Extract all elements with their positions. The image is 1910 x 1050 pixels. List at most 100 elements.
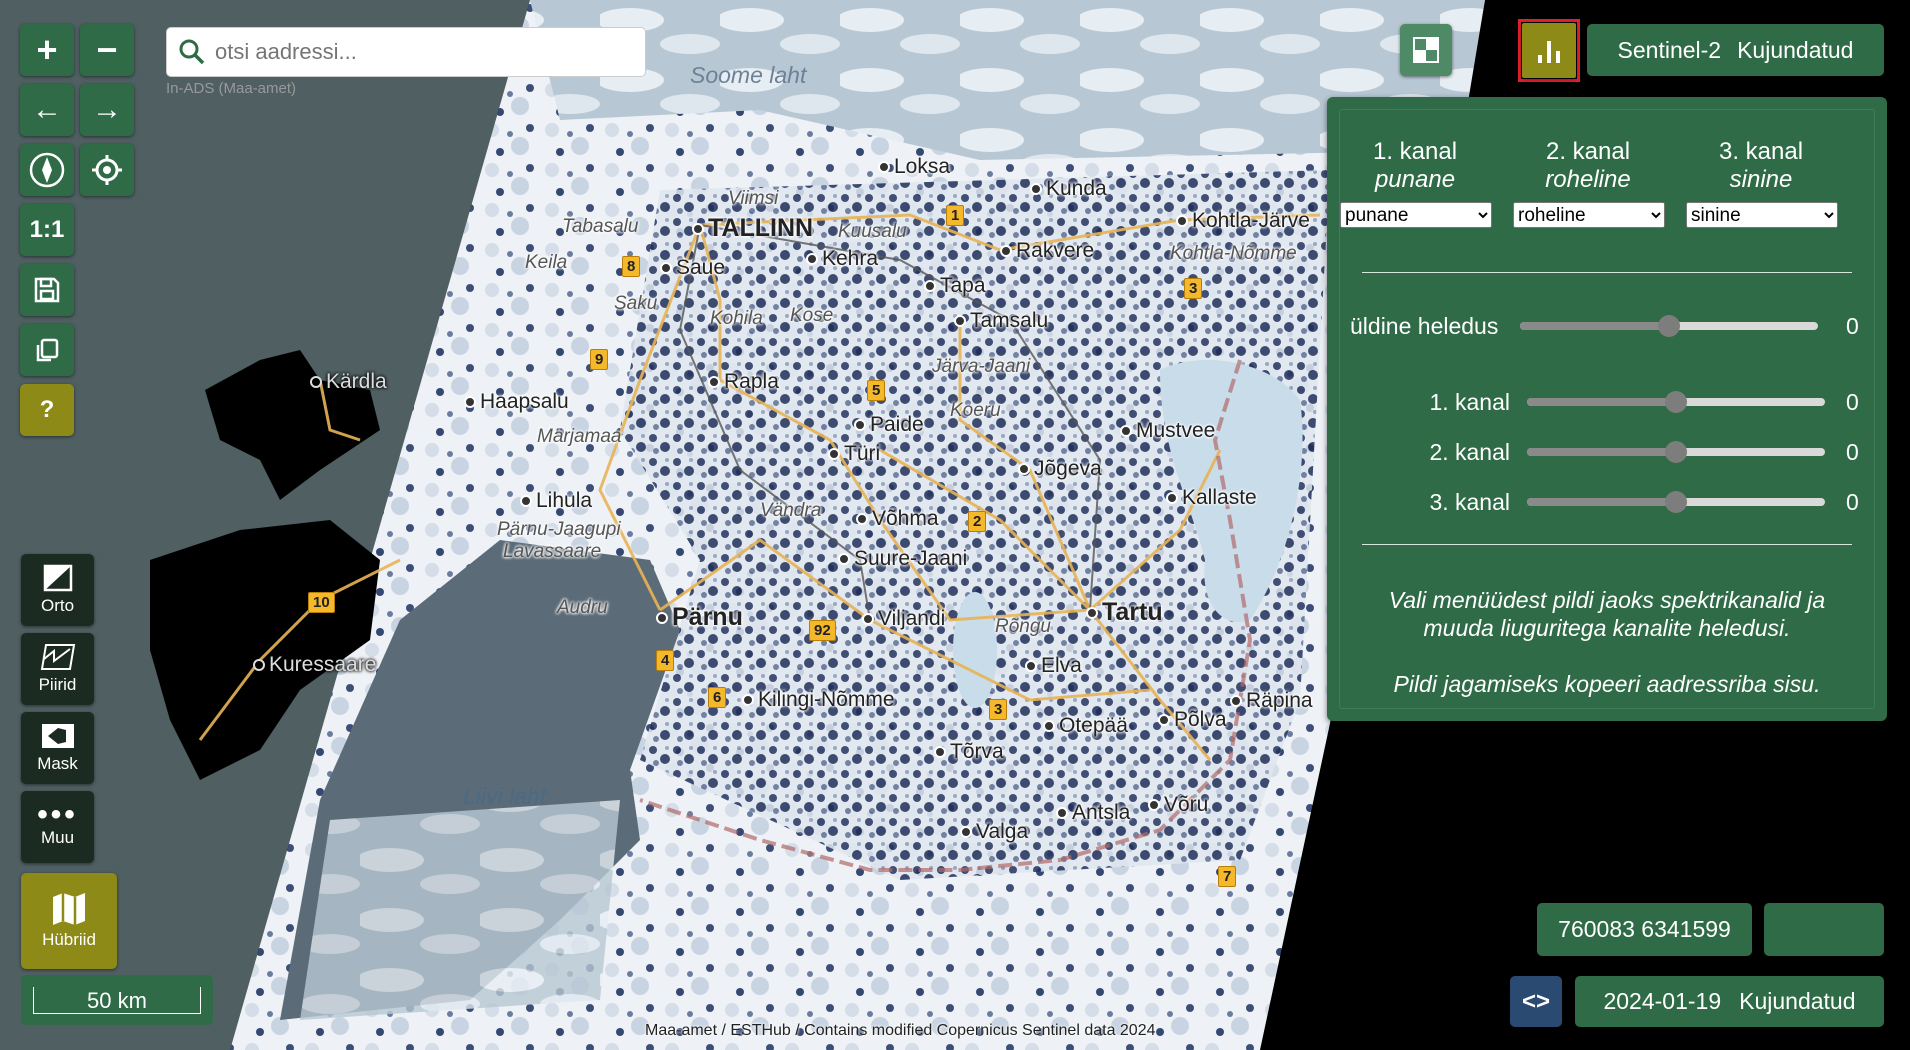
place-label: Kilingi-Nõmme	[742, 688, 895, 712]
place-label: Mustvee	[1120, 419, 1215, 443]
layer-muu-button[interactable]: ••• Muu	[21, 791, 94, 863]
layer-mask-button[interactable]: Mask	[21, 712, 94, 784]
place-label: Viljandi	[862, 607, 945, 631]
place-label: Elva	[1025, 654, 1082, 678]
place-label: Kohtla-Nõmme	[1170, 243, 1297, 264]
save-button[interactable]	[20, 264, 74, 316]
place-label: Loksa	[878, 155, 950, 179]
zoom-in-button[interactable]: +	[20, 24, 74, 76]
channel-title: 3. kanal	[1718, 138, 1804, 165]
date-selector[interactable]: 2024-01-19 Kujundatud	[1575, 976, 1884, 1027]
slider-handle[interactable]	[1665, 441, 1687, 463]
slider-handle[interactable]	[1665, 491, 1687, 513]
place-label: Kohila	[710, 308, 763, 329]
channel-1-row: 1. kanal 0	[1340, 384, 1874, 420]
channel-3-row: 3. kanal 0	[1340, 484, 1874, 520]
forward-button[interactable]: →	[80, 84, 134, 136]
split-view-button[interactable]: <>	[1510, 976, 1562, 1027]
locate-button[interactable]	[80, 144, 134, 196]
place-label: Tabasalu	[562, 216, 639, 237]
layer-orto-button[interactable]: Orto	[21, 554, 94, 626]
road-number: 1	[946, 205, 965, 226]
sea-label: Liivi laht	[463, 783, 547, 809]
place-label: Keila	[525, 252, 568, 273]
road-number: 92	[809, 620, 836, 641]
search-source: In-ADS (Maa-amet)	[166, 80, 297, 97]
channel-3-slider[interactable]	[1527, 491, 1825, 513]
channel-2-select[interactable]: roheline	[1513, 202, 1665, 228]
help-button[interactable]: ?	[20, 384, 74, 436]
coordinates-value: 760083 6341599	[1558, 916, 1731, 942]
place-label: Viimsi	[728, 188, 779, 209]
place-label: Põlva	[1158, 708, 1227, 732]
channel-color: sinine	[1729, 166, 1793, 193]
back-button[interactable]: ←	[20, 84, 74, 136]
place-label: Rõngu	[995, 616, 1051, 637]
place-label: Jõgeva	[1018, 457, 1102, 481]
place-label: Kehra	[806, 247, 878, 271]
slider-handle[interactable]	[1665, 391, 1687, 413]
divider	[1362, 544, 1852, 545]
place-label: Tartu	[1086, 598, 1163, 627]
place-label: Audru	[557, 597, 608, 618]
copy-icon	[36, 338, 59, 362]
slider-fill	[1520, 322, 1669, 330]
channel-2-slider[interactable]	[1527, 441, 1825, 463]
place-label: Antsla	[1056, 801, 1130, 825]
ortho-icon	[43, 564, 72, 592]
mask-icon	[41, 724, 74, 748]
compass-button[interactable]	[20, 144, 74, 196]
brightness-row: üldine heledus 0	[1340, 308, 1874, 344]
channel-1-select[interactable]: punane	[1340, 202, 1492, 228]
more-icon: •••	[37, 798, 78, 831]
scale-bar-label: 50 km	[33, 987, 201, 1014]
target-icon	[92, 155, 122, 185]
road-number: 3	[989, 699, 1008, 720]
place-label: Kohtla-Järve	[1176, 209, 1310, 233]
road-number: 10	[308, 592, 335, 613]
place-label: Kärdla	[310, 370, 387, 394]
slider-value: 0	[1846, 388, 1859, 415]
road-number: 7	[1218, 866, 1237, 887]
layer-piirid-button[interactable]: Piirid	[21, 633, 94, 705]
road-number: 5	[867, 380, 886, 401]
slider-handle[interactable]	[1658, 315, 1680, 337]
place-label: Räpina	[1230, 689, 1313, 713]
image-date: 2024-01-19	[1603, 988, 1722, 1014]
histogram-button[interactable]	[1522, 23, 1576, 78]
spectral-channel-panel: 1. kanal punane punane 2. kanal roheline…	[1327, 97, 1887, 721]
channel-1-slider[interactable]	[1527, 391, 1825, 413]
scale-1-1-button[interactable]: 1:1	[20, 204, 74, 256]
help-label: ?	[39, 396, 55, 423]
save-icon	[34, 277, 60, 303]
channel-title: 2. kanal	[1545, 138, 1631, 165]
channel-3-select[interactable]: sinine	[1686, 202, 1838, 228]
zoom-out-button[interactable]: −	[80, 24, 134, 76]
help-text-2: Pildi jagamiseks kopeeri aadressriba sis…	[1393, 671, 1821, 697]
place-label: Märjamaa	[537, 426, 622, 447]
place-label: Kuusalu	[838, 221, 907, 242]
product-selector[interactable]: Sentinel-2 Kujundatud	[1587, 24, 1884, 76]
layer-hybriid-button[interactable]: Hübriid	[21, 873, 117, 969]
arrow-left-icon: ←	[32, 93, 62, 126]
place-label: Järva-Jaani	[932, 356, 1031, 377]
borders-icon	[40, 644, 75, 670]
empty-info-button[interactable]	[1764, 903, 1884, 956]
layer-label: Muu	[40, 828, 75, 847]
slider-value: 0	[1846, 488, 1859, 515]
coordinates-display[interactable]: 760083 6341599	[1537, 903, 1752, 956]
slider-fill	[1527, 398, 1676, 406]
place-label: Pärnu-Jaagupi	[497, 519, 621, 540]
brightness-slider[interactable]	[1520, 315, 1818, 337]
road-number: 8	[622, 256, 641, 277]
place-label: Võhma	[856, 507, 939, 531]
slider-label: 3. kanal	[1429, 488, 1510, 515]
compare-button[interactable]	[1400, 24, 1452, 76]
search-icon	[179, 39, 205, 65]
place-label: TALLINN	[692, 214, 813, 243]
search-box[interactable]	[166, 27, 646, 77]
slider-fill	[1527, 448, 1676, 456]
compare-icon	[1413, 37, 1439, 63]
copy-button[interactable]	[20, 324, 74, 376]
search-input[interactable]	[213, 38, 645, 66]
